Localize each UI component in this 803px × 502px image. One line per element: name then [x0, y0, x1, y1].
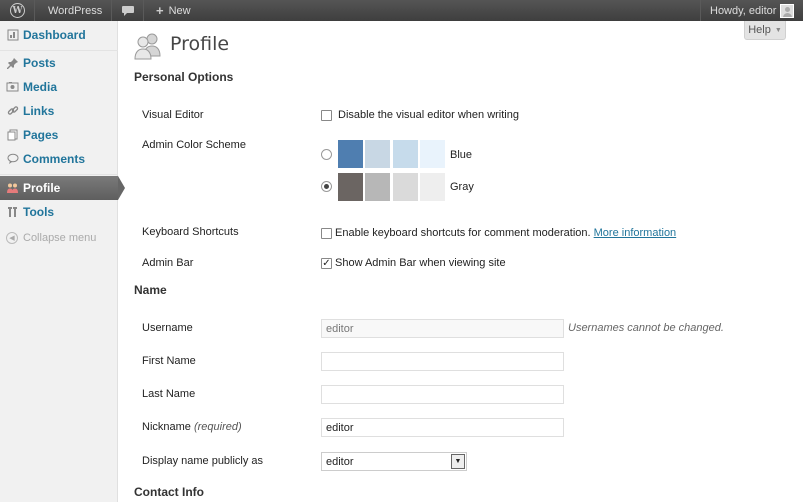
- sidebar-item-label: Profile: [23, 181, 61, 195]
- color-scheme-blue-radio[interactable]: [321, 149, 332, 160]
- color-swatch: [338, 173, 363, 201]
- first-name-label: First Name: [142, 355, 196, 367]
- admin-bar-divider: [700, 0, 701, 21]
- admin-bar: W WordPress + New Howdy, editor: [0, 0, 803, 21]
- admin-bar-divider: [111, 0, 112, 21]
- admin-menu-sidebar: Dashboard Posts Media Links Pages Commen…: [0, 21, 125, 502]
- sidebar-item-profile[interactable]: Profile: [0, 176, 125, 200]
- color-swatch: [365, 173, 390, 201]
- menu-separator: [0, 174, 118, 175]
- profile-users-icon: [134, 33, 161, 60]
- sidebar-item-label: Posts: [23, 56, 56, 70]
- name-heading: Name: [134, 283, 167, 297]
- keyboard-shortcuts-text: Enable keyboard shortcuts for comment mo…: [335, 227, 591, 239]
- comment-icon: [6, 153, 19, 166]
- sidebar-item-label: Comments: [23, 152, 86, 166]
- color-swatch: [365, 140, 390, 168]
- color-swatch: [338, 140, 363, 168]
- wordpress-logo-icon: W: [10, 3, 25, 18]
- color-swatch: [420, 140, 445, 168]
- sidebar-item-comments[interactable]: Comments: [0, 147, 118, 171]
- keyboard-shortcuts-text-wrap: Enable keyboard shortcuts for comment mo…: [335, 227, 676, 239]
- more-information-link[interactable]: More information: [594, 227, 677, 239]
- sidebar-item-label: Dashboard: [23, 28, 86, 42]
- pushpin-icon: [6, 57, 19, 70]
- tools-icon: [6, 206, 19, 219]
- plus-icon: +: [156, 3, 164, 18]
- page-title: Profile: [170, 33, 230, 55]
- display-name-select[interactable]: editor ▼: [321, 452, 467, 471]
- comment-bubble-icon: [122, 5, 134, 16]
- sidebar-item-media[interactable]: Media: [0, 75, 118, 99]
- sidebar-item-posts[interactable]: Posts: [0, 51, 118, 75]
- dropdown-arrow-icon: ▼: [774, 26, 782, 34]
- collapse-arrow-icon: ◀: [6, 232, 18, 244]
- new-content-button[interactable]: + New: [156, 0, 191, 21]
- link-icon: [6, 105, 19, 118]
- admin-color-scheme-label: Admin Color Scheme: [142, 139, 246, 151]
- help-tab-button[interactable]: Help ▼: [744, 21, 786, 40]
- users-icon: [6, 182, 19, 195]
- help-label: Help: [748, 24, 771, 36]
- personal-options-heading: Personal Options: [134, 70, 234, 84]
- contact-info-heading: Contact Info: [134, 485, 204, 499]
- color-scheme-gray-radio[interactable]: [321, 181, 332, 192]
- keyboard-shortcuts-checkbox[interactable]: [321, 228, 332, 239]
- collapse-menu-button[interactable]: ◀ Collapse menu: [0, 226, 118, 250]
- color-swatch: [393, 173, 418, 201]
- new-label: New: [168, 4, 191, 17]
- sidebar-item-label: Links: [23, 104, 55, 118]
- last-name-input[interactable]: [321, 385, 564, 404]
- pages-icon: [6, 129, 19, 142]
- keyboard-shortcuts-label: Keyboard Shortcuts: [142, 226, 239, 238]
- last-name-label: Last Name: [142, 388, 196, 400]
- visual-editor-label: Visual Editor: [142, 109, 204, 121]
- show-admin-bar-text: Show Admin Bar when viewing site: [335, 257, 506, 269]
- comments-button[interactable]: [121, 0, 135, 21]
- color-swatch: [393, 140, 418, 168]
- first-name-input[interactable]: [321, 352, 564, 371]
- admin-bar-divider: [34, 0, 35, 21]
- my-account-menu[interactable]: Howdy, editor: [710, 0, 795, 21]
- media-icon: [6, 81, 19, 94]
- show-admin-bar-checkbox[interactable]: ✓: [321, 258, 332, 269]
- nickname-input[interactable]: [321, 418, 564, 437]
- collapse-menu-label: Collapse menu: [23, 232, 97, 244]
- username-input[interactable]: [321, 319, 564, 338]
- sidebar-item-label: Tools: [23, 205, 55, 219]
- display-name-label: Display name publicly as: [142, 455, 264, 467]
- color-swatch: [420, 173, 445, 201]
- wordpress-logo-button[interactable]: W: [10, 0, 25, 21]
- nickname-label: Nickname: [142, 421, 191, 433]
- required-note: (required): [193, 421, 242, 433]
- select-arrow-icon: ▼: [451, 454, 465, 469]
- nickname-label-wrap: Nickname (required): [142, 421, 242, 433]
- username-label: Username: [142, 322, 193, 334]
- admin-bar-divider: [143, 0, 144, 21]
- username-note: Usernames cannot be changed.: [568, 322, 724, 334]
- disable-visual-editor-checkbox[interactable]: [321, 110, 332, 121]
- sidebar-item-pages[interactable]: Pages: [0, 123, 118, 147]
- dashboard-icon: [6, 29, 19, 42]
- sidebar-item-links[interactable]: Links: [0, 99, 118, 123]
- admin-bar-label: Admin Bar: [142, 257, 194, 269]
- disable-visual-editor-text: Disable the visual editor when writing: [338, 109, 519, 121]
- display-name-value: editor: [326, 456, 354, 468]
- sidebar-item-label: Pages: [23, 128, 59, 142]
- color-scheme-blue-label[interactable]: Blue: [450, 149, 472, 161]
- sidebar-item-dashboard[interactable]: Dashboard: [0, 23, 118, 47]
- sidebar-item-label: Media: [23, 80, 58, 94]
- sidebar-item-tools[interactable]: Tools: [0, 200, 118, 224]
- avatar-icon: [780, 3, 795, 18]
- color-scheme-gray-label[interactable]: Gray: [450, 181, 474, 193]
- howdy-greeting: Howdy, editor: [710, 4, 777, 17]
- site-name-link[interactable]: WordPress: [48, 0, 102, 21]
